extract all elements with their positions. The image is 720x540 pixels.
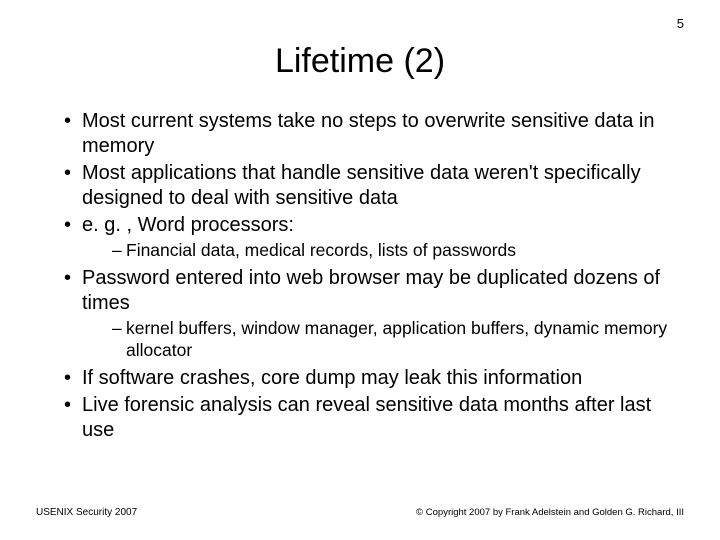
footer-left: USENIX Security 2007 xyxy=(36,507,137,518)
list-item: Most applications that handle sensitive … xyxy=(64,161,684,211)
bullet-list: Most current systems take no steps to ov… xyxy=(36,109,684,443)
sub-bullet-text: kernel buffers, window manager, applicat… xyxy=(126,318,667,360)
bullet-text: Most current systems take no steps to ov… xyxy=(82,110,654,157)
sub-list-item: Financial data, medical records, lists o… xyxy=(112,240,684,262)
list-item: e. g. , Word processors: Financial data,… xyxy=(64,213,684,262)
list-item: If software crashes, core dump may leak … xyxy=(64,366,684,391)
slide: 5 Lifetime (2) Most current systems take… xyxy=(0,0,720,540)
sub-list: Financial data, medical records, lists o… xyxy=(82,240,684,262)
bullet-text: Password entered into web browser may be… xyxy=(82,267,660,314)
sub-bullet-text: Financial data, medical records, lists o… xyxy=(126,240,516,260)
bullet-text: e. g. , Word processors: xyxy=(82,214,294,236)
bullet-text: If software crashes, core dump may leak … xyxy=(82,367,582,389)
page-number: 5 xyxy=(677,16,684,31)
list-item: Most current systems take no steps to ov… xyxy=(64,109,684,159)
bullet-text: Most applications that handle sensitive … xyxy=(82,162,641,209)
sub-list: kernel buffers, window manager, applicat… xyxy=(82,318,684,362)
footer-right: © Copyright 2007 by Frank Adelstein and … xyxy=(416,507,684,518)
list-item: Live forensic analysis can reveal sensit… xyxy=(64,393,684,443)
sub-list-item: kernel buffers, window manager, applicat… xyxy=(112,318,684,362)
bullet-text: Live forensic analysis can reveal sensit… xyxy=(82,394,651,441)
list-item: Password entered into web browser may be… xyxy=(64,266,684,362)
footer: USENIX Security 2007 © Copyright 2007 by… xyxy=(36,507,684,518)
slide-title: Lifetime (2) xyxy=(36,42,684,81)
